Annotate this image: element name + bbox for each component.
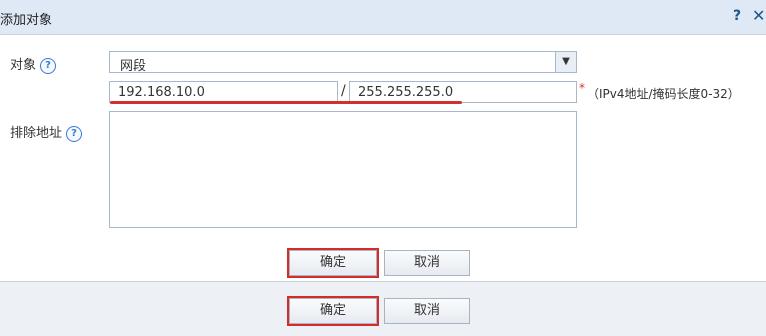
- object-type-select[interactable]: 网段 ▼: [109, 51, 577, 74]
- footer-confirm-button[interactable]: 确定: [287, 296, 379, 326]
- ip-highlight-underline: [110, 101, 462, 104]
- help-icon[interactable]: ?: [733, 8, 741, 24]
- dialog-title: 添加对象: [0, 13, 53, 28]
- object-type-value: 网段: [120, 59, 147, 74]
- ip-address-input[interactable]: [109, 81, 338, 103]
- object-help-icon[interactable]: ?: [40, 57, 57, 74]
- footer-cancel-button[interactable]: 取消: [384, 298, 470, 324]
- exclude-label-row: 排除地址?: [10, 122, 83, 142]
- exclude-help-icon[interactable]: ?: [66, 125, 83, 142]
- exclude-address-textarea[interactable]: [109, 111, 577, 228]
- required-mark: *: [579, 81, 585, 95]
- confirm-button[interactable]: 确定: [287, 248, 379, 278]
- dialog-footer: 确定 取消: [0, 281, 766, 336]
- ip-format-hint: （IPv4地址/掩码长度0-32）: [587, 87, 740, 101]
- close-icon[interactable]: ✕: [752, 6, 765, 25]
- exclude-address-label: 排除地址: [10, 126, 63, 141]
- dialog-titlebar: 添加对象 ? ✕: [0, 0, 766, 35]
- ip-mask-separator: /: [341, 83, 346, 99]
- object-label-row: 对象?: [10, 54, 57, 74]
- cancel-button[interactable]: 取消: [384, 250, 470, 276]
- subnet-mask-input[interactable]: [349, 81, 577, 103]
- object-label: 对象: [10, 58, 37, 73]
- chevron-down-icon[interactable]: ▼: [555, 52, 576, 72]
